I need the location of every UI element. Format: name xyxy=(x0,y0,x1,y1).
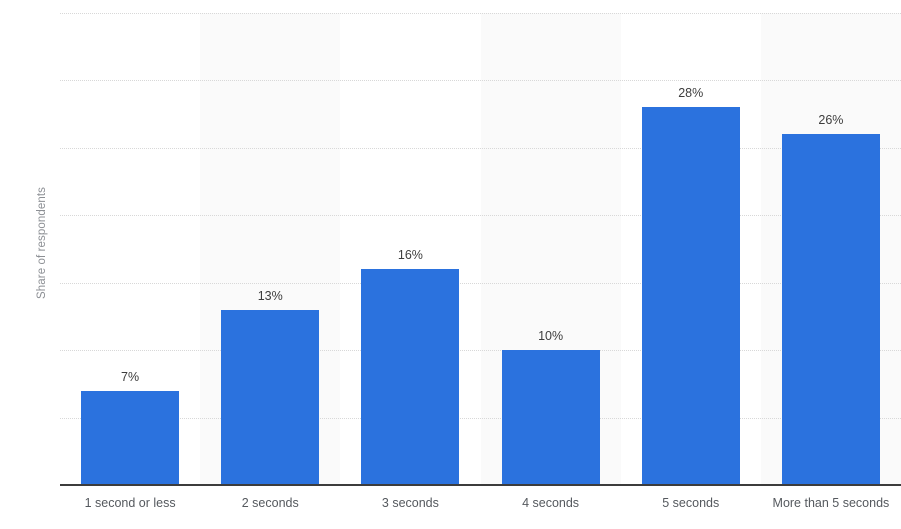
bar-value-label: 28% xyxy=(678,86,704,101)
bar-value-label: 16% xyxy=(397,248,423,263)
x-axis-label: 3 seconds xyxy=(381,496,439,510)
bar[interactable] xyxy=(81,390,180,485)
bar[interactable] xyxy=(781,134,880,485)
y-axis-title-label: Share of respondents xyxy=(36,186,48,299)
bar-value-label: 10% xyxy=(538,329,564,344)
gridline xyxy=(60,350,901,352)
gridline xyxy=(60,13,901,14)
x-axis-label: 2 seconds xyxy=(241,496,299,510)
gridline xyxy=(60,80,901,82)
bar[interactable] xyxy=(221,309,320,485)
y-axis-title: Share of respondents xyxy=(32,0,52,485)
plot-area xyxy=(60,13,901,485)
bar[interactable] xyxy=(501,350,600,485)
x-axis-label: 1 second or less xyxy=(84,496,176,510)
bar-chart: Share of respondents 7% 13% 16% 10% 28% 26% 1… xyxy=(0,0,901,529)
bar[interactable] xyxy=(361,269,460,485)
bar-value-label: 7% xyxy=(121,369,140,384)
x-axis-label: 4 seconds xyxy=(522,496,580,510)
bar-value-label: 26% xyxy=(818,113,844,128)
gridline xyxy=(60,147,901,149)
x-axis-label: 5 seconds xyxy=(662,496,720,510)
bar[interactable] xyxy=(641,107,740,485)
bar-value-label: 13% xyxy=(257,288,283,303)
x-axis-label: More than 5 seconds xyxy=(772,496,890,510)
gridline xyxy=(60,282,901,284)
gridline xyxy=(60,215,901,217)
x-axis-line xyxy=(60,484,901,486)
gridline xyxy=(60,417,901,419)
